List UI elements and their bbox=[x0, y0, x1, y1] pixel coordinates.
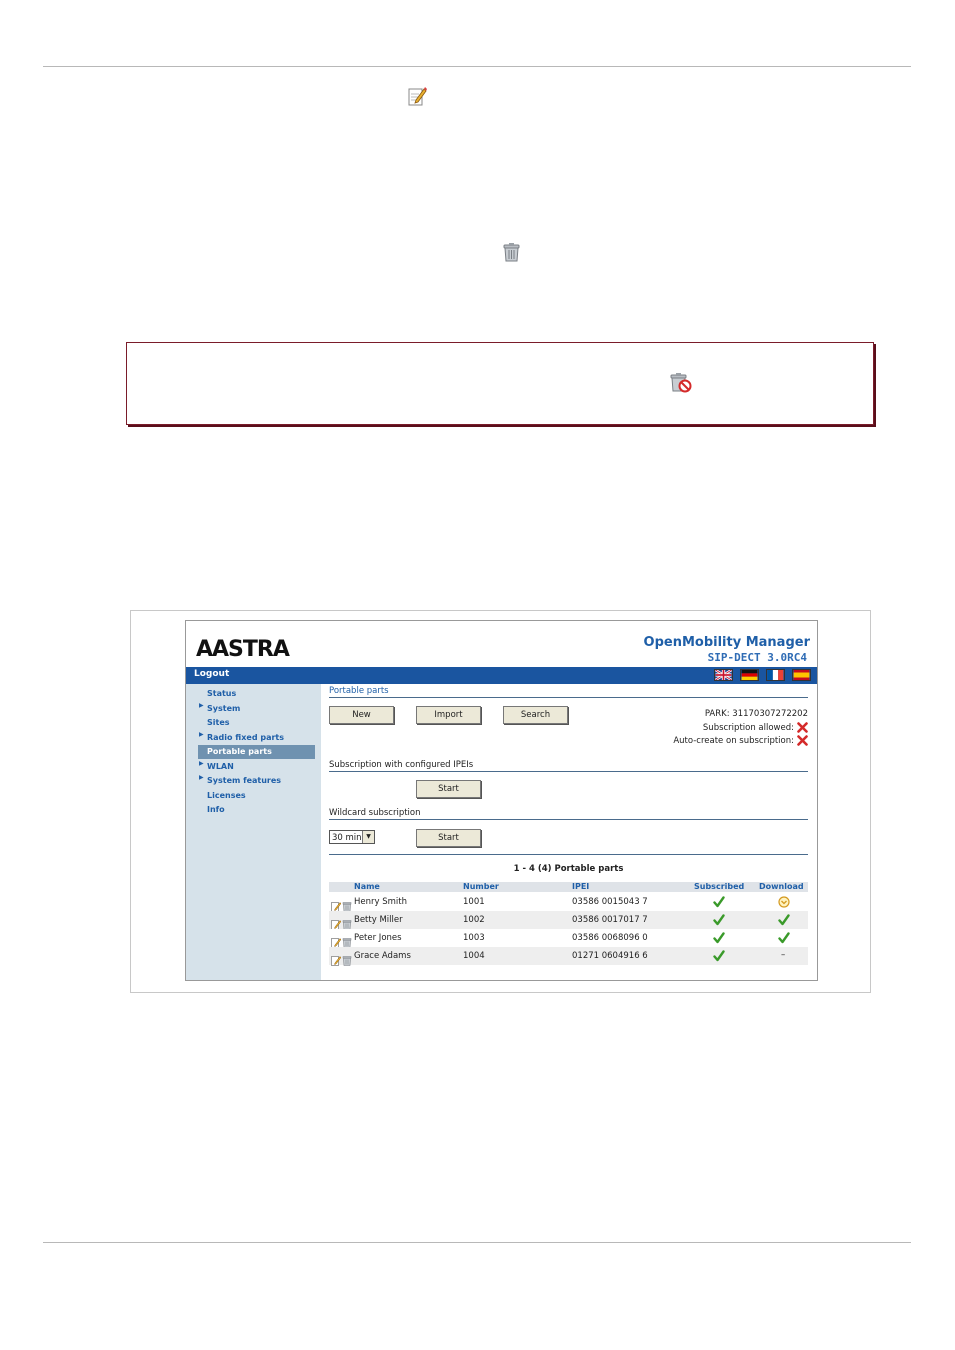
expand-arrow-icon: ▶ bbox=[199, 760, 204, 767]
logout-link[interactable]: Logout bbox=[194, 669, 229, 679]
trash-icon bbox=[502, 242, 521, 266]
section-divider bbox=[329, 771, 808, 772]
sidebar-item-status[interactable]: Status bbox=[207, 689, 236, 698]
app-header: AASTRA OpenMobility Manager SIP-DECT 3.0… bbox=[186, 621, 817, 667]
table-row: Henry Smith 1001 03586 0015043 7 bbox=[329, 893, 808, 912]
edit-icon[interactable] bbox=[331, 897, 342, 912]
top-bar: Logout bbox=[186, 667, 817, 684]
language-flags bbox=[714, 669, 811, 682]
cross-icon bbox=[797, 735, 808, 746]
sidebar-item-licenses[interactable]: Licenses bbox=[207, 791, 246, 800]
cell-ipei: 03586 0068096 0 bbox=[572, 933, 648, 943]
sidebar: ▶ ▶ ▶ ▶ Status System Sites Radio fixed … bbox=[186, 684, 321, 980]
sidebar-item-info[interactable]: Info bbox=[207, 805, 225, 814]
top-rule bbox=[43, 66, 911, 67]
header-number[interactable]: Number bbox=[463, 882, 499, 891]
download-check-icon bbox=[778, 914, 790, 929]
header-download[interactable]: Download bbox=[759, 882, 804, 891]
chevron-down-icon: ▼ bbox=[362, 831, 374, 843]
subscription-allowed-label: Subscription allowed: bbox=[702, 723, 794, 733]
edit-icon[interactable] bbox=[331, 933, 342, 948]
edit-icon bbox=[408, 86, 427, 110]
wildcard-start-button[interactable]: Start bbox=[416, 829, 481, 847]
download-pending-icon bbox=[778, 896, 790, 911]
table-header: Name Number IPEI Subscribed Download bbox=[329, 882, 808, 892]
cell-ipei: 01271 0604916 6 bbox=[572, 951, 648, 961]
wildcard-duration-select[interactable]: 30 min ▼ bbox=[329, 830, 375, 844]
cell-name: Peter Jones bbox=[354, 933, 402, 943]
configured-start-button[interactable]: Start bbox=[416, 780, 481, 798]
subscription-allowed-row: Subscription allowed: bbox=[703, 722, 808, 733]
subscribed-check-icon bbox=[713, 950, 725, 965]
section-divider bbox=[329, 819, 808, 820]
search-button[interactable]: Search bbox=[503, 706, 568, 724]
aastra-logo: AASTRA bbox=[196, 637, 290, 662]
edit-icon[interactable] bbox=[331, 951, 342, 966]
download-status: – bbox=[781, 950, 786, 960]
cell-number: 1003 bbox=[463, 933, 485, 943]
cell-number: 1002 bbox=[463, 915, 485, 925]
screenshot-figure: AASTRA OpenMobility Manager SIP-DECT 3.0… bbox=[130, 610, 871, 993]
subscribed-check-icon bbox=[713, 914, 725, 929]
header-name[interactable]: Name bbox=[354, 882, 380, 891]
app-subtitle: SIP-DECT 3.0RC4 bbox=[707, 651, 807, 664]
cell-name: Betty Miller bbox=[354, 915, 403, 925]
new-button[interactable]: New bbox=[329, 706, 394, 724]
french-flag-icon[interactable] bbox=[766, 669, 785, 681]
main-content: Portable parts New Import Search PARK: 3… bbox=[329, 684, 808, 980]
sidebar-item-radio-fixed-parts[interactable]: Radio fixed parts bbox=[207, 733, 284, 742]
german-flag-icon[interactable] bbox=[740, 669, 759, 681]
app-title: OpenMobility Manager bbox=[643, 635, 810, 650]
wildcard-subscription-title: Wildcard subscription bbox=[329, 808, 421, 818]
trash-icon[interactable] bbox=[342, 915, 352, 930]
subscribed-check-icon bbox=[713, 896, 725, 911]
uk-flag-icon[interactable] bbox=[714, 669, 733, 681]
import-button[interactable]: Import bbox=[416, 706, 481, 724]
trash-icon[interactable] bbox=[342, 951, 352, 966]
cell-name: Grace Adams bbox=[354, 951, 411, 961]
sidebar-item-wlan[interactable]: WLAN bbox=[207, 762, 234, 771]
wildcard-duration-value: 30 min bbox=[332, 833, 362, 843]
section-title: Portable parts bbox=[329, 686, 389, 696]
portable-parts-count: 1 - 4 (4) Portable parts bbox=[513, 864, 624, 874]
section-divider bbox=[329, 697, 808, 698]
sidebar-item-system[interactable]: System bbox=[207, 704, 240, 713]
header-subscribed[interactable]: Subscribed bbox=[694, 882, 744, 891]
sidebar-item-portable-parts[interactable]: Portable parts bbox=[207, 747, 272, 756]
header-ipei[interactable]: IPEI bbox=[572, 882, 589, 891]
section-divider bbox=[329, 854, 808, 855]
sidebar-item-system-features[interactable]: System features bbox=[207, 776, 281, 785]
expand-arrow-icon: ▶ bbox=[199, 702, 204, 709]
configured-subscription-title: Subscription with configured IPEIs bbox=[329, 760, 474, 770]
note-box bbox=[126, 342, 874, 425]
auto-create-label: Auto-create on subscription: bbox=[673, 736, 794, 746]
cell-name: Henry Smith bbox=[354, 897, 407, 907]
trash-blocked-icon bbox=[670, 372, 692, 397]
expand-arrow-icon: ▶ bbox=[199, 731, 204, 738]
spanish-flag-icon[interactable] bbox=[792, 669, 811, 681]
cell-ipei: 03586 0017017 7 bbox=[572, 915, 648, 925]
table-row: Grace Adams 1004 01271 0604916 6 – bbox=[329, 947, 808, 966]
trash-icon[interactable] bbox=[342, 933, 352, 948]
cell-number: 1004 bbox=[463, 951, 485, 961]
trash-icon[interactable] bbox=[342, 897, 352, 912]
table-row: Betty Miller 1002 03586 0017017 7 bbox=[329, 911, 808, 930]
sidebar-item-sites[interactable]: Sites bbox=[207, 718, 230, 727]
auto-create-row: Auto-create on subscription: bbox=[673, 735, 808, 746]
park-label: PARK: 31170307272202 bbox=[704, 709, 808, 719]
bottom-rule bbox=[43, 1242, 911, 1243]
cell-number: 1001 bbox=[463, 897, 485, 907]
app-window: AASTRA OpenMobility Manager SIP-DECT 3.0… bbox=[185, 620, 818, 981]
subscribed-check-icon bbox=[713, 932, 725, 947]
edit-icon[interactable] bbox=[331, 915, 342, 930]
cross-icon bbox=[797, 722, 808, 733]
cell-ipei: 03586 0015043 7 bbox=[572, 897, 648, 907]
expand-arrow-icon: ▶ bbox=[199, 774, 204, 781]
table-row: Peter Jones 1003 03586 0068096 0 bbox=[329, 929, 808, 948]
download-check-icon bbox=[778, 932, 790, 947]
